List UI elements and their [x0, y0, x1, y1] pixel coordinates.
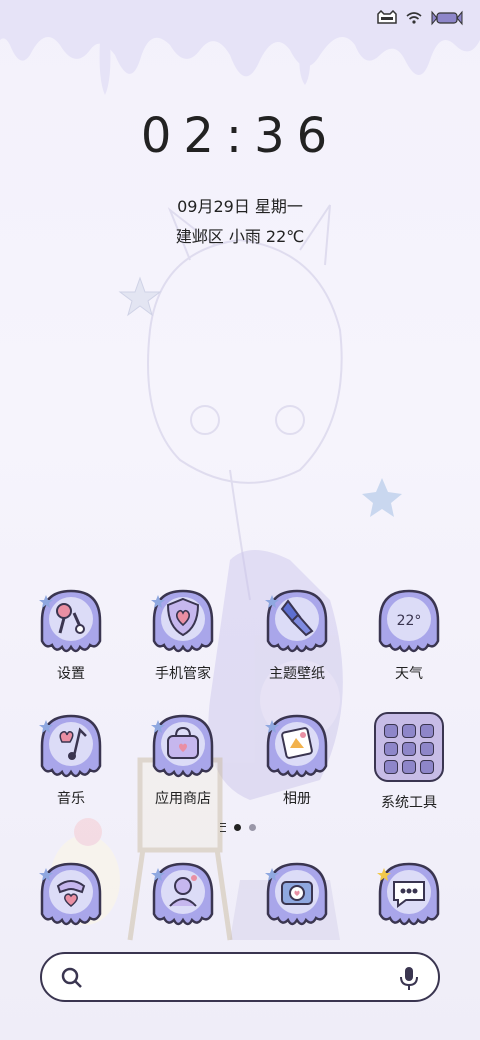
app-label: 相册	[283, 791, 311, 807]
page-dot	[249, 824, 256, 831]
app-settings[interactable]: 设置	[16, 583, 126, 683]
app-label: 音乐	[57, 791, 85, 807]
system-tools-folder-icon	[374, 712, 444, 782]
search-bar[interactable]	[40, 952, 440, 1002]
music-icon	[39, 714, 102, 778]
settings-icon	[39, 589, 102, 653]
page-dot-active	[234, 824, 241, 831]
page-indicator-menu	[220, 823, 226, 832]
dock-contacts[interactable]	[128, 856, 238, 934]
contacts-icon	[151, 862, 214, 926]
app-label: 设置	[57, 666, 85, 682]
app-theme-wallpaper[interactable]: 主题壁纸	[242, 583, 352, 683]
clock-weather: 建邺区 小雨 22℃	[175, 227, 305, 246]
theme-wallpaper-icon	[265, 589, 328, 653]
messages-icon	[377, 862, 440, 926]
app-weather[interactable]: 22° 天气	[354, 583, 464, 683]
status-bar	[376, 10, 464, 26]
search-icon[interactable]	[60, 966, 84, 990]
app-gallery[interactable]: 相册	[242, 708, 352, 808]
camera-icon	[265, 862, 328, 926]
dock-phone[interactable]	[16, 856, 126, 934]
app-phone-manager[interactable]: 手机管家	[128, 583, 238, 683]
clock-time[interactable]: 02:36	[0, 108, 480, 164]
phone-manager-icon	[151, 589, 214, 653]
cat-face-icon	[377, 10, 397, 24]
app-label: 系统工具	[381, 795, 437, 811]
dock-camera[interactable]	[242, 856, 352, 934]
weather-icon-temp: 22°	[397, 613, 422, 629]
gallery-icon	[265, 714, 328, 778]
app-label: 主题壁纸	[269, 666, 325, 682]
dock-messages[interactable]	[354, 856, 464, 934]
phone-icon	[39, 862, 102, 926]
app-store[interactable]: 应用商店	[128, 708, 238, 808]
app-music[interactable]: 音乐	[16, 708, 126, 808]
folder-system-tools[interactable]: 系统工具	[354, 708, 464, 812]
app-label: 应用商店	[155, 791, 211, 807]
microphone-icon[interactable]	[398, 965, 420, 991]
app-store-icon	[151, 714, 214, 778]
app-label: 天气	[395, 666, 423, 682]
wifi-icon	[406, 12, 422, 24]
page-indicator[interactable]	[220, 823, 256, 832]
clock-date: 09月29日 星期一	[177, 197, 303, 216]
app-label: 手机管家	[155, 666, 211, 682]
battery-candy-icon	[431, 10, 463, 26]
weather-icon: 22°	[378, 589, 440, 653]
